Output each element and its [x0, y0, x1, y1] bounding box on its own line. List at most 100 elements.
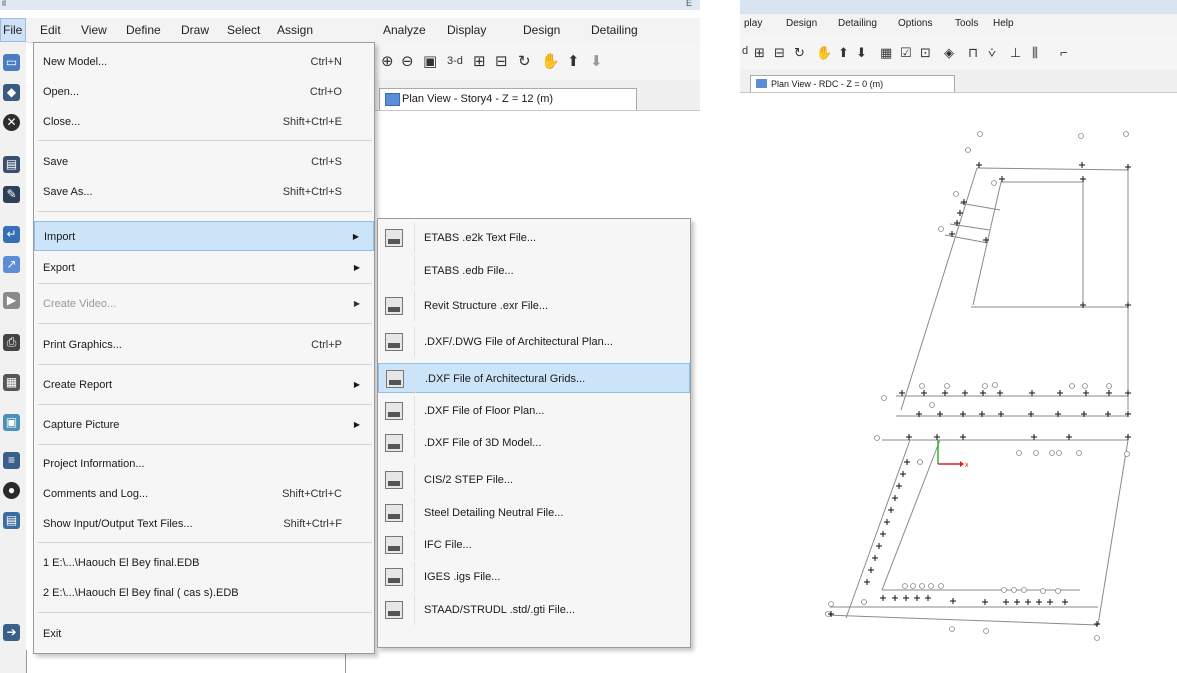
submenu-item-cis2-step[interactable]: CIS/2 STEP File... — [378, 465, 690, 495]
zoom-out-icon[interactable]: ⊖ — [401, 52, 414, 70]
checkbox-icon[interactable]: ☑ — [900, 45, 912, 61]
object-icon[interactable]: ◈ — [944, 45, 954, 61]
menu-file[interactable]: File — [0, 18, 26, 42]
submenu-item-dxf-3d-model[interactable]: .DXF File of 3D Model... — [378, 428, 690, 458]
pan-icon[interactable]: ✋ — [541, 52, 560, 70]
submenu-item-dxf-architectural-grids[interactable]: .DXF File of Architectural Grids... — [378, 363, 690, 394]
submenu-item-etabs-edb[interactable]: ETABS .edb File... — [378, 256, 690, 286]
elevation-view-icon[interactable]: ⊟ — [774, 45, 785, 61]
menu-item-create-video[interactable]: Create Video... ▶ — [34, 289, 374, 319]
tool-icon[interactable]: ⌐ — [1060, 45, 1068, 60]
menu-separator — [38, 404, 372, 405]
submenu-item-iges[interactable]: IGES .igs File... — [378, 562, 690, 592]
plan-view-icon[interactable]: ⊞ — [754, 45, 765, 61]
frame-icon[interactable]: ⊡ — [920, 45, 931, 61]
menu-design[interactable]: Design — [523, 23, 560, 37]
submenu-gutter — [414, 256, 415, 286]
menu-item-show-text-files[interactable]: Show Input/Output Text Files... Shift+Ct… — [34, 509, 374, 539]
menu-define[interactable]: Define — [126, 23, 161, 37]
grid-icon[interactable]: ▦ — [880, 45, 892, 61]
menu-options[interactable]: Options — [898, 18, 932, 29]
tab-plan-view[interactable]: Plan View - Story4 - Z = 12 (m) — [379, 88, 637, 110]
column-point — [892, 495, 898, 501]
menu-display[interactable]: play — [744, 18, 762, 29]
menu-assign[interactable]: Assign — [277, 23, 313, 37]
beam-icon[interactable]: ⊓ — [968, 45, 978, 61]
left-icon-strip: ▭ ◆ ✕ ▤ ✎ ↵ ↗ ▶ ⎙ ▦ ▣ ≡ ● ▤ ➔ — [0, 42, 26, 673]
column-point — [1025, 599, 1031, 605]
menu-analyze[interactable]: Analyze — [383, 23, 426, 37]
move-up-icon[interactable]: ⬆ — [838, 45, 849, 61]
exit-icon: ➔ — [3, 624, 20, 641]
menu-item-project-information[interactable]: Project Information... — [34, 449, 374, 479]
grid-bubble — [1033, 450, 1039, 456]
menu-item-shortcut: Ctrl+S — [311, 156, 342, 168]
move-down-icon[interactable]: ⬇ — [590, 52, 603, 70]
menu-item-save[interactable]: Save Ctrl+S — [34, 147, 374, 177]
menu-item-label: Print Graphics... — [43, 339, 122, 351]
submenu-item-staad-strudl[interactable]: STAAD/STRUDL .std/.gti File... — [378, 595, 690, 625]
tab-plan-view[interactable]: Plan View - RDC - Z = 0 (m) — [750, 75, 955, 92]
zoom-window-icon[interactable]: ▣ — [423, 52, 437, 70]
menu-select[interactable]: Select — [227, 23, 260, 37]
column-icon[interactable]: ⊥ — [1010, 45, 1021, 61]
menu-item-import[interactable]: Import ▶ — [34, 221, 374, 251]
submenu-item-revit-exr[interactable]: Revit Structure .exr File... — [378, 291, 690, 321]
menu-detailing[interactable]: Detailing — [838, 18, 877, 29]
structural-plan-drawing[interactable]: x — [800, 120, 1150, 660]
move-down-icon[interactable]: ⬇ — [856, 45, 867, 61]
grid-bubble — [1094, 635, 1100, 641]
submenu-item-steel-detailing-neutral[interactable]: Steel Detailing Neutral File... — [378, 498, 690, 528]
menu-item-print-graphics[interactable]: Print Graphics... Ctrl+P — [34, 330, 374, 360]
menu-item-recent-file-1[interactable]: 1 E:\...\Haouch El Bey final.EDB — [34, 548, 374, 578]
menu-item-label: Close... — [43, 116, 81, 128]
grid-bubble — [881, 395, 887, 401]
column-point — [925, 595, 931, 601]
submenu-item-label: IGES .igs File... — [424, 571, 501, 583]
submenu-item-etabs-e2k[interactable]: ETABS .e2k Text File... — [378, 223, 690, 253]
view-3d-button[interactable]: 3-d — [447, 55, 463, 67]
menu-item-save-as[interactable]: Save As... Shift+Ctrl+S — [34, 177, 374, 207]
menu-detailing[interactable]: Detailing — [591, 23, 638, 37]
menu-separator — [38, 140, 372, 141]
plan-line — [976, 167, 1129, 410]
create-video-icon: ▶ — [3, 292, 20, 309]
grid-bubble — [1056, 450, 1062, 456]
menu-separator — [38, 283, 372, 284]
rotate-icon[interactable]: ↻ — [794, 45, 805, 61]
menu-item-label: Create Video... — [43, 298, 117, 310]
menu-item-close[interactable]: Close... Shift+Ctrl+E — [34, 107, 374, 137]
move-up-icon[interactable]: ⬆ — [567, 52, 580, 70]
elevation-view-icon[interactable]: ⊟ — [495, 52, 508, 70]
menu-view[interactable]: View — [81, 23, 107, 37]
plan-line — [949, 223, 991, 231]
column-point — [1125, 164, 1131, 170]
submenu-item-dxf-dwg-architectural-plan[interactable]: .DXF/.DWG File of Architectural Plan... — [378, 327, 690, 357]
project-info-icon: ≡ — [3, 452, 20, 469]
menu-help[interactable]: Help — [993, 18, 1014, 29]
menu-item-comments-log[interactable]: Comments and Log... Shift+Ctrl+C — [34, 479, 374, 509]
menu-draw[interactable]: Draw — [181, 23, 209, 37]
plan-line — [825, 614, 1099, 626]
menu-item-recent-file-2[interactable]: 2 E:\...\Haouch El Bey final ( cas s).ED… — [34, 578, 374, 608]
zoom-in-icon[interactable]: ⊕ — [381, 52, 394, 70]
rotate-icon[interactable]: ↻ — [518, 52, 531, 70]
pan-icon[interactable]: ✋ — [816, 45, 832, 61]
menu-design[interactable]: Design — [786, 18, 817, 29]
submenu-item-dxf-floor-plan[interactable]: .DXF File of Floor Plan... — [378, 396, 690, 426]
wall-icon[interactable]: ⫼ — [1032, 45, 1038, 61]
menu-item-new-model[interactable]: New Model... Ctrl+N — [34, 47, 374, 77]
menu-tools[interactable]: Tools — [955, 18, 978, 29]
brace-icon[interactable]: ⩒ — [988, 45, 996, 61]
menu-item-open[interactable]: Open... Ctrl+O — [34, 77, 374, 107]
menu-item-exit[interactable]: Exit — [34, 619, 374, 649]
menu-item-export[interactable]: Export ▶ — [34, 253, 374, 283]
menu-item-create-report[interactable]: Create Report ▶ — [34, 370, 374, 400]
menu-item-capture-picture[interactable]: Capture Picture ▶ — [34, 410, 374, 440]
grid-bubble — [1069, 383, 1075, 389]
plan-view-icon[interactable]: ⊞ — [473, 52, 486, 70]
menu-display[interactable]: Display — [447, 23, 486, 37]
view-3d-button[interactable]: d — [742, 45, 748, 57]
menu-edit[interactable]: Edit — [40, 23, 61, 37]
submenu-item-ifc[interactable]: IFC File... — [378, 530, 690, 560]
